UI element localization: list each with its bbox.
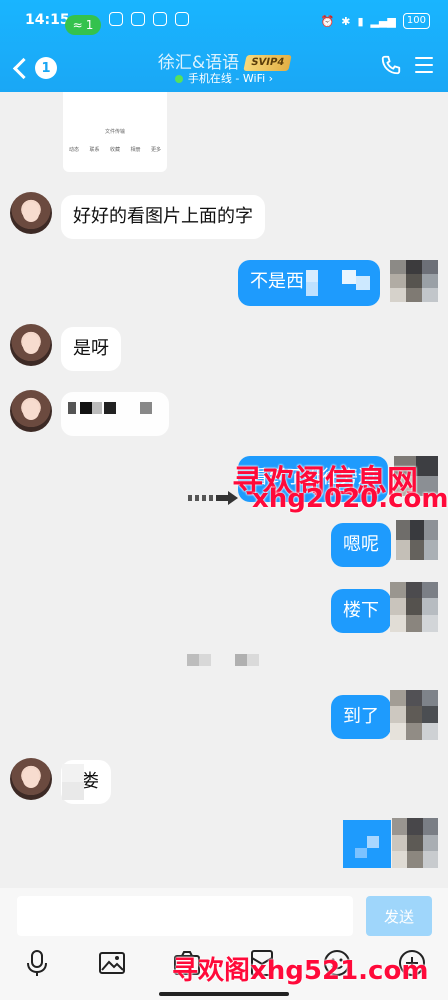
arrow-decoration-icon [188,491,238,505]
hotspot-pill: ≈ 1 [65,15,101,35]
user-avatar-pixelated[interactable] [390,260,438,302]
image-icon[interactable] [97,948,127,978]
send-button[interactable]: 发送 [366,896,432,936]
user-avatar-pixelated[interactable] [392,818,438,868]
online-dot-icon [174,75,183,83]
contact-avatar[interactable] [10,390,52,432]
pixelated-region [306,270,376,298]
user-avatar-pixelated[interactable] [390,690,438,740]
contact-avatar[interactable] [10,192,52,234]
image-tab-label: 收藏 [109,147,120,153]
phone-icon[interactable] [380,54,402,76]
app-notification-icon [131,12,145,26]
pixelated-region [68,400,158,416]
bluetooth-icon: ✱ [341,14,351,28]
alarm-icon: ⏰ [320,14,335,28]
incoming-message[interactable]: 好好的看图片上面的字 [61,195,265,239]
user-avatar-pixelated[interactable] [390,582,438,632]
incoming-message[interactable]: 是呀 [61,327,121,371]
user-avatar-pixelated[interactable] [396,520,438,560]
image-message[interactable]: 文件传输 动态 联系 收藏 相册 更多 [63,92,167,172]
contact-avatar[interactable] [10,324,52,366]
pixelated-region [62,764,84,800]
notification-icons [109,12,189,26]
chevron-right-icon: › [268,72,274,85]
microphone-icon[interactable] [22,948,52,978]
status-time: 14:15 [25,12,70,28]
outgoing-message[interactable]: 楼下 [331,589,391,633]
image-caption: 文件传输 [104,129,125,135]
message-list[interactable]: 文件传输 动态 联系 收藏 相册 更多 好好的看图片上面的字 不是西 是呀 看到… [0,92,448,888]
outgoing-message[interactable]: 嗯呢 [331,523,391,567]
image-tab-label: 更多 [150,147,161,153]
image-tab-label: 相册 [130,147,141,153]
online-status-text: 手机在线 - WiFi [187,72,266,85]
image-tab-label: 动态 [69,147,80,153]
contact-avatar[interactable] [10,758,52,800]
system-icons: ⏰ ✱ ▮ ▂▄▆ 100 [321,13,430,29]
hd-icon: ▮ [357,14,364,28]
input-area: 发送 寻欢阁xhg521.com [0,888,448,1000]
app-notification-icon [175,12,189,26]
watermark-mid: xhg2020.com [252,484,448,514]
app-notification-icon [109,12,123,26]
home-indicator[interactable] [159,992,289,996]
image-tab-label: 联系 [89,147,100,153]
outgoing-message[interactable] [343,820,391,868]
message-input[interactable] [17,896,353,936]
wifi-icon: ≈ [72,18,83,32]
svip-badge: SVIP4 [243,55,292,71]
watermark-bottom: 寻欢阁xhg521.com [172,956,429,986]
menu-icon[interactable] [415,57,433,78]
app-notification-icon [153,12,167,26]
battery-icon: 100 [402,13,430,29]
message-text: 不是西 [250,271,304,292]
image-tab-row: 动态 联系 收藏 相册 更多 [69,146,161,153]
signal-icon: ▂▄▆ [370,14,396,28]
chat-header: 14:15 ≈ 1 ⏰ ✱ ▮ ▂▄▆ 100 1 徐汇&语语 SVIP4 手机在… [0,0,448,92]
pixelated-timestamp [187,654,267,668]
status-bar: 14:15 ≈ 1 ⏰ ✱ ▮ ▂▄▆ 100 [0,0,448,40]
outgoing-message[interactable]: 到了 [331,695,391,739]
hotspot-count: 1 [85,18,94,32]
